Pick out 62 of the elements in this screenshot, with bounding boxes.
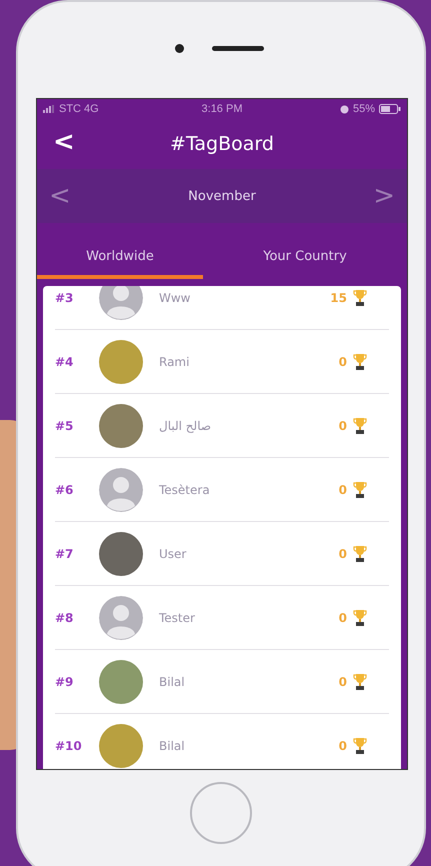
speaker-icon — [212, 46, 264, 51]
leaderboard-row[interactable]: #10 Bilal 0 — [55, 714, 389, 769]
rank-text: #8 — [55, 610, 74, 624]
user-name: User — [159, 546, 188, 560]
screen-title: #TagBoard — [170, 133, 274, 155]
user-name: صالح البال — [159, 418, 212, 432]
trophy-icon — [353, 544, 367, 562]
avatar-photo-placeholder — [99, 532, 143, 576]
avatar-photo-placeholder — [99, 660, 143, 704]
leaderboard-row[interactable]: #3 Www 15 — [55, 286, 389, 330]
rank-text: #9 — [55, 674, 74, 688]
home-button[interactable] — [190, 782, 252, 844]
trophy-icon — [353, 736, 367, 754]
score-text: 0 — [338, 354, 347, 368]
trophy-icon — [353, 416, 367, 434]
score-text: 0 — [338, 482, 347, 496]
score-text: 15 — [330, 290, 347, 304]
trophy-icon — [353, 352, 367, 370]
user-name: Tesètera — [159, 482, 211, 496]
tab[interactable]: Worldwide — [37, 223, 203, 279]
leaderboard-row[interactable]: #9 Bilal 0 — [55, 650, 389, 714]
camera-icon — [175, 44, 184, 53]
avatar-silhouette-icon — [99, 286, 143, 320]
user-name: Bilal — [159, 738, 186, 752]
user-name: Bilal — [159, 674, 186, 688]
battery-text: 55% — [352, 103, 375, 115]
rank-text: #10 — [55, 738, 83, 752]
user-name: Rami — [159, 354, 190, 368]
trophy-icon — [353, 480, 367, 498]
avatar-silhouette-icon — [99, 596, 143, 640]
signal-icon — [43, 105, 55, 113]
avatar-photo-placeholder — [99, 404, 143, 448]
status-time: 3:16 PM — [202, 103, 242, 115]
leaderboard-row[interactable]: #4 Rami 0 — [55, 330, 389, 394]
score-text: 0 — [338, 674, 347, 688]
carrier-text: STC 4G — [59, 103, 99, 115]
avatar-photo-placeholder — [99, 340, 143, 384]
score-text: 0 — [338, 418, 347, 432]
previous-month-button[interactable]: < — [43, 181, 77, 211]
leaderboard-row[interactable]: #6 Tesètera 0 — [55, 458, 389, 522]
back-button[interactable]: < — [49, 127, 79, 157]
avatar-photo-placeholder — [99, 724, 143, 768]
score-text: 0 — [338, 738, 347, 752]
rank-text: #4 — [55, 354, 74, 368]
user-name: Www — [159, 290, 192, 304]
leaderboard-row[interactable]: #8 Tester 0 — [55, 586, 389, 650]
rank-text: #3 — [55, 290, 74, 304]
tab[interactable]: Your Country — [203, 223, 407, 279]
battery-icon — [379, 104, 401, 114]
rank-text: #6 — [55, 482, 74, 496]
month-label: November — [188, 188, 256, 204]
score-text: 0 — [338, 546, 347, 560]
rank-text: #7 — [55, 546, 74, 560]
trophy-icon — [353, 672, 367, 690]
next-month-button[interactable]: > — [367, 181, 401, 211]
avatar-silhouette-icon — [99, 468, 143, 512]
trophy-icon — [353, 288, 367, 306]
leaderboard-row[interactable]: #7 User 0 — [55, 522, 389, 586]
user-name: Tester — [159, 610, 196, 624]
trophy-icon — [353, 608, 367, 626]
score-text: 0 — [338, 610, 347, 624]
rank-text: #5 — [55, 418, 74, 432]
